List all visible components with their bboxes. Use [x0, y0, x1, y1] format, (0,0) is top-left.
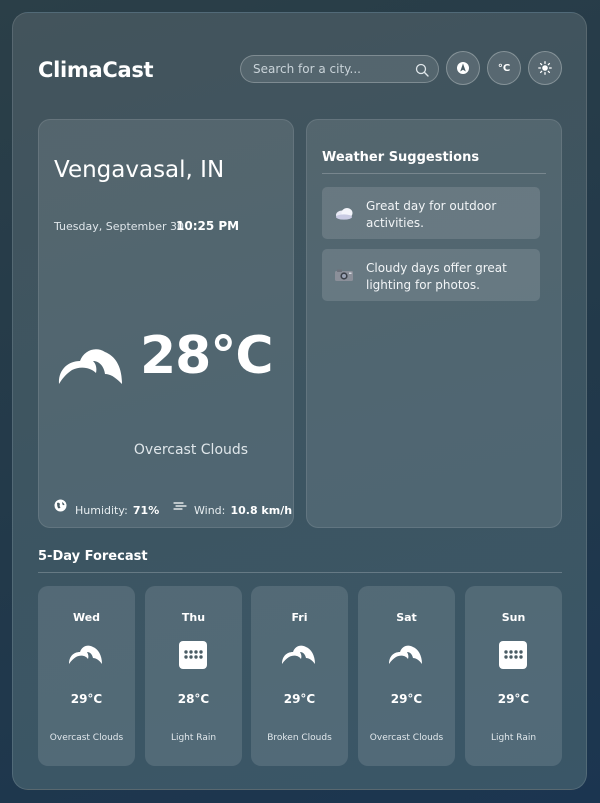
- forecast-temp: 28°C: [177, 692, 210, 706]
- search-input[interactable]: [253, 61, 403, 77]
- forecast-desc: Light Rain: [490, 733, 537, 743]
- humidity-value: 71%: [132, 504, 160, 517]
- overcast-cloud-icon: [58, 349, 122, 384]
- current-time: 10:25 PM: [176, 219, 240, 233]
- forecast-day: Fri: [291, 611, 308, 624]
- overcast-cloud-icon: [389, 645, 422, 664]
- suggestion-text: Great day for outdoor activities.: [366, 199, 497, 230]
- humidity-label: Humidity:: [75, 504, 128, 517]
- forecast-title: 5-Day Forecast: [38, 549, 148, 564]
- forecast-temp: 29°C: [70, 692, 103, 706]
- unit-toggle-label: °C: [497, 62, 511, 74]
- forecast-card-wed: Wed 29°C Overcast Clouds: [38, 586, 135, 766]
- humidity-icon: [54, 499, 67, 512]
- sun-icon: [538, 61, 552, 75]
- suggestion-item: Great day for outdoor activities.: [322, 187, 540, 239]
- forecast-desc: Overcast Clouds: [369, 733, 444, 743]
- wind-value: 10.8 km/h: [230, 504, 293, 517]
- forecast-desc: Light Rain: [170, 733, 217, 743]
- app-logo: ClimaCast: [38, 58, 154, 82]
- wind-icon: [173, 502, 187, 510]
- forecast-desc: Broken Clouds: [267, 733, 332, 743]
- forecast-temp: 29°C: [390, 692, 423, 706]
- cloud-emoji-icon: [336, 208, 353, 220]
- overcast-cloud-icon: [69, 645, 102, 664]
- suggestion-text: Cloudy days offer great lighting for pho…: [366, 261, 507, 292]
- rain-icon: [179, 641, 207, 669]
- theme-toggle-button[interactable]: [528, 51, 562, 85]
- wind-label: Wind:: [194, 504, 226, 517]
- current-condition: Overcast Clouds: [133, 442, 249, 458]
- humidity-stat: Humidity: 71%: [75, 499, 159, 518]
- forecast-temp: 29°C: [283, 692, 316, 706]
- forecast-card-sun: Sun 29°C Light Rain: [465, 586, 562, 766]
- current-temperature: 28°C: [140, 326, 274, 386]
- rain-icon: [499, 641, 527, 669]
- forecast-day: Sat: [396, 611, 417, 624]
- location-icon: [457, 62, 469, 74]
- forecast-temp: 29°C: [497, 692, 530, 706]
- forecast-day: Thu: [181, 611, 206, 624]
- suggestions-card: [306, 119, 562, 528]
- search-bar[interactable]: [240, 55, 439, 83]
- forecast-desc: Overcast Clouds: [49, 733, 124, 743]
- camera-emoji-icon: [335, 269, 353, 281]
- city-name: Vengavasal, IN: [54, 157, 225, 183]
- forecast-card-fri: Fri 29°C Broken Clouds: [251, 586, 348, 766]
- current-date: Tuesday, September 30: [54, 220, 185, 233]
- forecast-card-sat: Sat 29°C Overcast Clouds: [358, 586, 455, 766]
- forecast-card-thu: Thu 28°C Light Rain: [145, 586, 242, 766]
- divider: [38, 572, 562, 573]
- forecast-day: Sun: [501, 611, 526, 624]
- location-button[interactable]: [446, 51, 480, 85]
- search-icon[interactable]: [415, 63, 429, 77]
- suggestion-item: Cloudy days offer great lighting for pho…: [322, 249, 540, 301]
- suggestions-title: Weather Suggestions: [322, 150, 480, 165]
- unit-toggle-button[interactable]: °C: [487, 51, 521, 85]
- wind-stat: Wind: 10.8 km/h: [194, 499, 292, 518]
- broken-cloud-icon: [282, 645, 315, 664]
- forecast-day: Wed: [72, 611, 101, 624]
- divider: [322, 173, 546, 174]
